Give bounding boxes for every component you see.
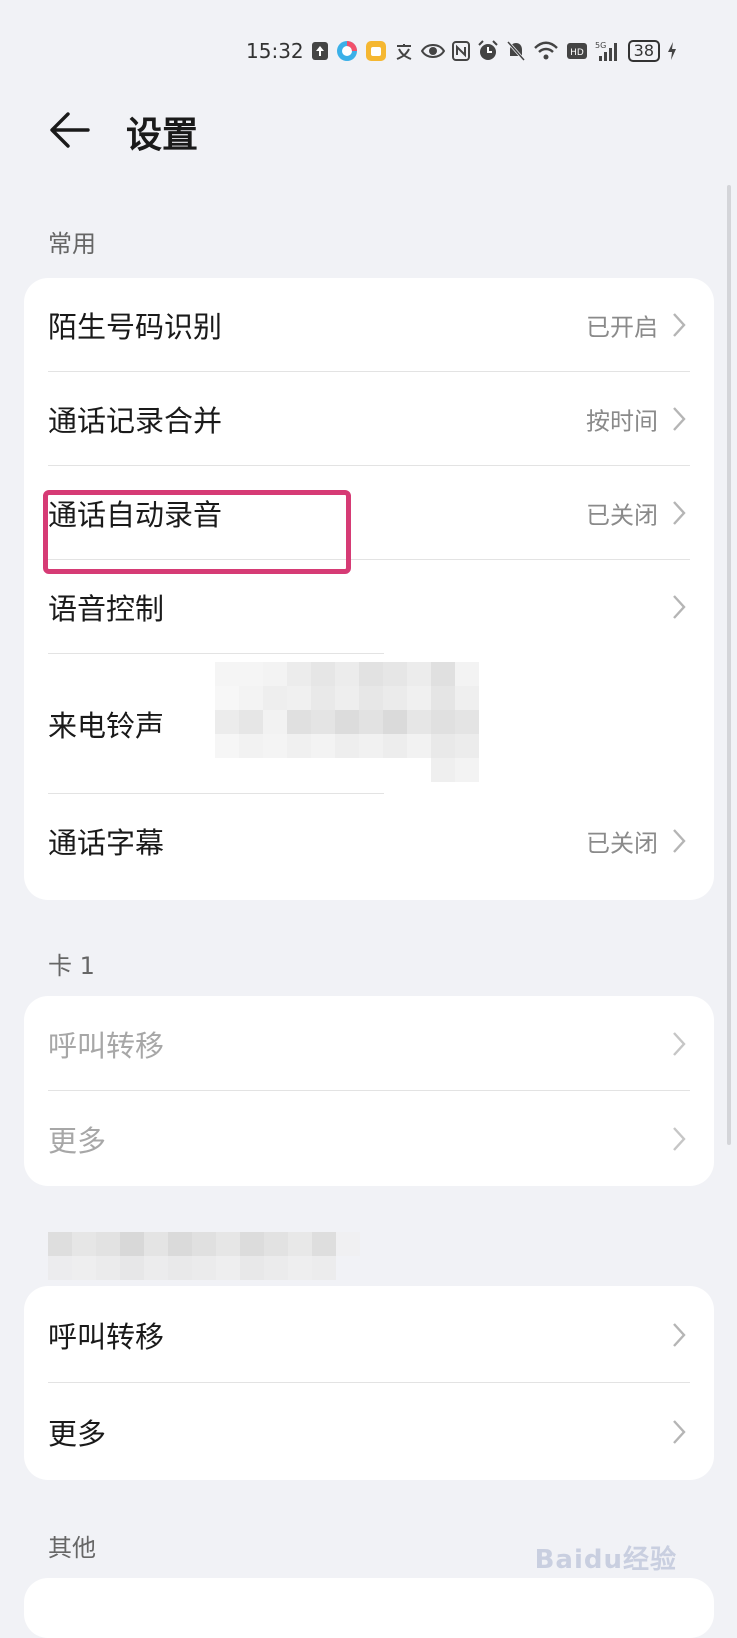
signal-icon: 5G (595, 40, 621, 62)
app-header: 设置 (0, 100, 737, 160)
chevron-right-icon (673, 1031, 686, 1056)
row-value: 已开启 (586, 313, 658, 342)
chevron-right-icon (673, 1419, 686, 1444)
row-call-forwarding-sim2[interactable]: 呼叫转移 (24, 1286, 714, 1383)
upload-icon (311, 41, 329, 61)
row-value: 已关闭 (586, 829, 658, 858)
status-bar: 15:32 HD 5G 38 (0, 0, 737, 100)
app-icon-2 (365, 40, 387, 62)
back-button[interactable] (48, 108, 94, 152)
network-type: 5G (595, 41, 606, 50)
row-more-sim2[interactable]: 更多 (24, 1383, 714, 1480)
row-value: 按时间 (586, 407, 658, 436)
card-other (24, 1578, 714, 1638)
row-label: 通话记录合并 (48, 404, 223, 438)
charging-icon (667, 41, 677, 61)
row-label: 更多 (48, 1416, 107, 1451)
scrollbar[interactable] (727, 185, 731, 1145)
eye-icon (420, 42, 445, 60)
nfc-icon (451, 41, 470, 61)
chevron-right-icon (673, 829, 686, 853)
watermark-logo: Baidu经验 (534, 1545, 677, 1575)
chevron-right-icon (673, 407, 686, 431)
row-value: 已关闭 (586, 501, 658, 530)
row-unknown-number-id[interactable]: 陌生号码识别 已开启 (24, 278, 714, 372)
back-arrow-icon (50, 112, 90, 148)
row-label: 陌生号码识别 (48, 310, 223, 344)
section-label-other: 其他 (48, 1534, 96, 1562)
redacted-mosaic (215, 662, 479, 782)
alarm-icon (477, 40, 499, 62)
translate-icon (394, 41, 414, 61)
row-label: 呼叫转移 (48, 1319, 165, 1354)
section-label-sim1: 卡 1 (48, 952, 95, 980)
section-label-common: 常用 (48, 230, 96, 258)
chevron-right-icon (673, 1126, 686, 1151)
highlight-annotation-box (43, 490, 351, 574)
hd-icon: HD (566, 41, 588, 61)
row-call-captions[interactable]: 通话字幕 已关闭 (24, 794, 714, 888)
row-label: 语音控制 (48, 592, 165, 626)
chevron-right-icon (673, 313, 686, 337)
row-label: 来电铃声 (48, 709, 165, 743)
redacted-section-label (48, 1232, 360, 1280)
row-label: 更多 (48, 1123, 107, 1158)
chevron-right-icon (673, 595, 686, 619)
card-common: 陌生号码识别 已开启 通话记录合并 按时间 通话自动录音 已关闭 语音控制 来电… (24, 278, 714, 900)
card-sim2: 呼叫转移 更多 (24, 1286, 714, 1480)
page-title: 设置 (126, 115, 199, 156)
row-more-sim1[interactable]: 更多 (24, 1091, 714, 1186)
chevron-right-icon (673, 1322, 686, 1347)
app-icon (336, 40, 358, 62)
status-time: 15:32 (246, 39, 304, 63)
chevron-right-icon (673, 501, 686, 525)
battery-level: 38 (627, 40, 660, 62)
row-call-forwarding-sim1[interactable]: 呼叫转移 (24, 996, 714, 1091)
mute-bell-icon (506, 40, 526, 62)
wifi-icon (533, 41, 559, 61)
status-icons: 15:32 HD 5G 38 (246, 38, 677, 64)
svg-text:HD: HD (570, 48, 584, 58)
row-voice-control[interactable]: 语音控制 (24, 560, 714, 654)
row-label: 通话字幕 (48, 826, 165, 860)
row-call-log-merge[interactable]: 通话记录合并 按时间 (24, 372, 714, 466)
card-sim1: 呼叫转移 更多 (24, 996, 714, 1186)
row-label: 呼叫转移 (48, 1028, 165, 1063)
